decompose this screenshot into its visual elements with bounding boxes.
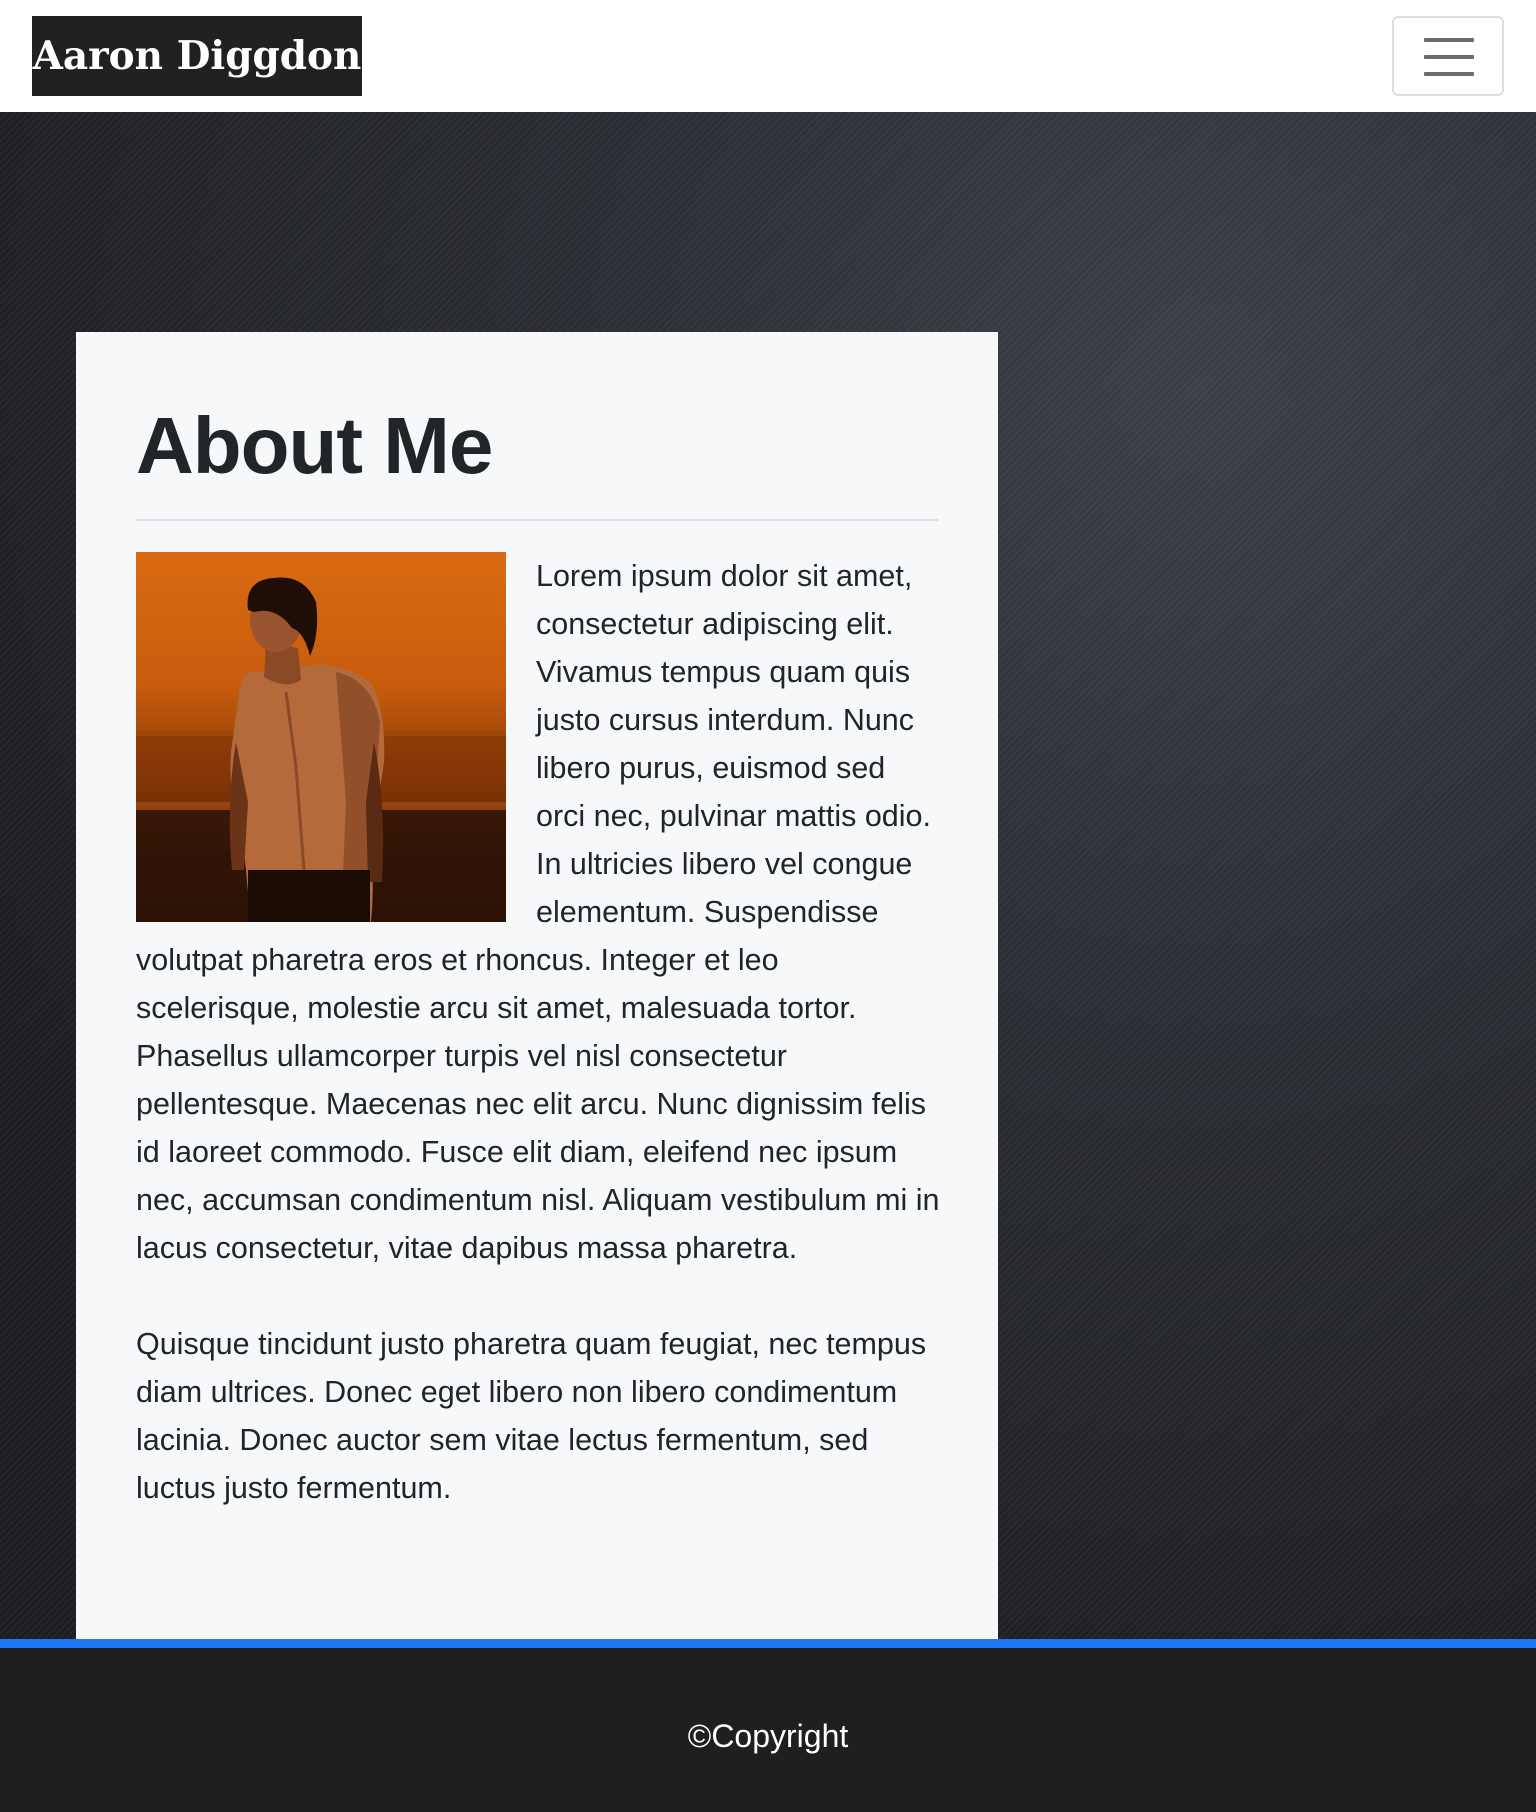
hero-section: About Me Lorem ipsum dolor sit amet, con… xyxy=(0,112,1536,1654)
footer: ©Copyright xyxy=(0,1648,1536,1812)
about-paragraph-2: Quisque tincidunt justo pharetra quam fe… xyxy=(136,1327,927,1505)
profile-photo xyxy=(136,552,506,922)
about-text: Lorem ipsum dolor sit amet, consectetur … xyxy=(136,552,940,1560)
about-card: About Me Lorem ipsum dolor sit amet, con… xyxy=(76,332,998,1654)
brand-logo[interactable]: Aaron Diggdon xyxy=(32,16,362,96)
navbar: Aaron Diggdon xyxy=(0,0,1536,112)
divider xyxy=(136,519,938,521)
navbar-toggle-button[interactable] xyxy=(1392,16,1504,96)
accent-stripe xyxy=(0,1639,1536,1648)
page-title: About Me xyxy=(136,401,493,490)
copyright-text: ©Copyright xyxy=(687,1718,849,1754)
